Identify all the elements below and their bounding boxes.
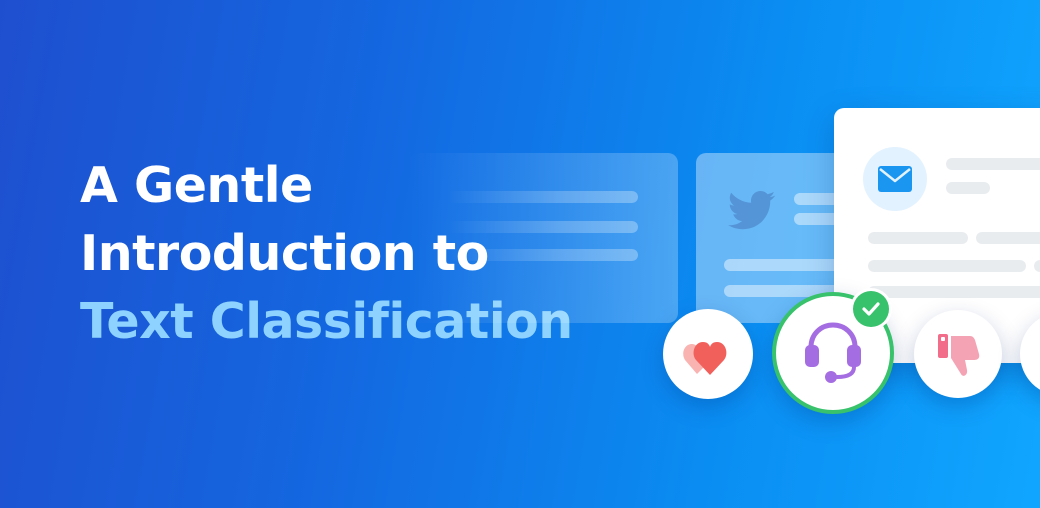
hero-banner: A Gentle Introduction to Text Classifica… [0, 0, 1040, 508]
placeholder-line [1034, 260, 1040, 272]
placeholder-line [868, 232, 968, 244]
envelope-icon [878, 166, 912, 192]
thumbs-down-icon [938, 334, 980, 376]
headset-icon [805, 322, 861, 383]
category-negative [914, 310, 1002, 398]
category-love [663, 309, 753, 399]
twitter-bird-icon [728, 191, 776, 230]
checkmark-icon [862, 302, 880, 316]
check-badge [853, 291, 889, 327]
placeholder-line [946, 182, 990, 194]
placeholder-line [976, 232, 1040, 244]
placeholder-line [946, 158, 1040, 170]
placeholder-line [868, 260, 1026, 272]
email-avatar [863, 147, 927, 211]
placeholder-line [448, 191, 638, 203]
placeholder-line [868, 286, 1040, 298]
placeholder-line [448, 249, 638, 261]
heart-icon [683, 342, 727, 375]
faded-message-card [408, 153, 678, 323]
placeholder-line [448, 221, 638, 233]
